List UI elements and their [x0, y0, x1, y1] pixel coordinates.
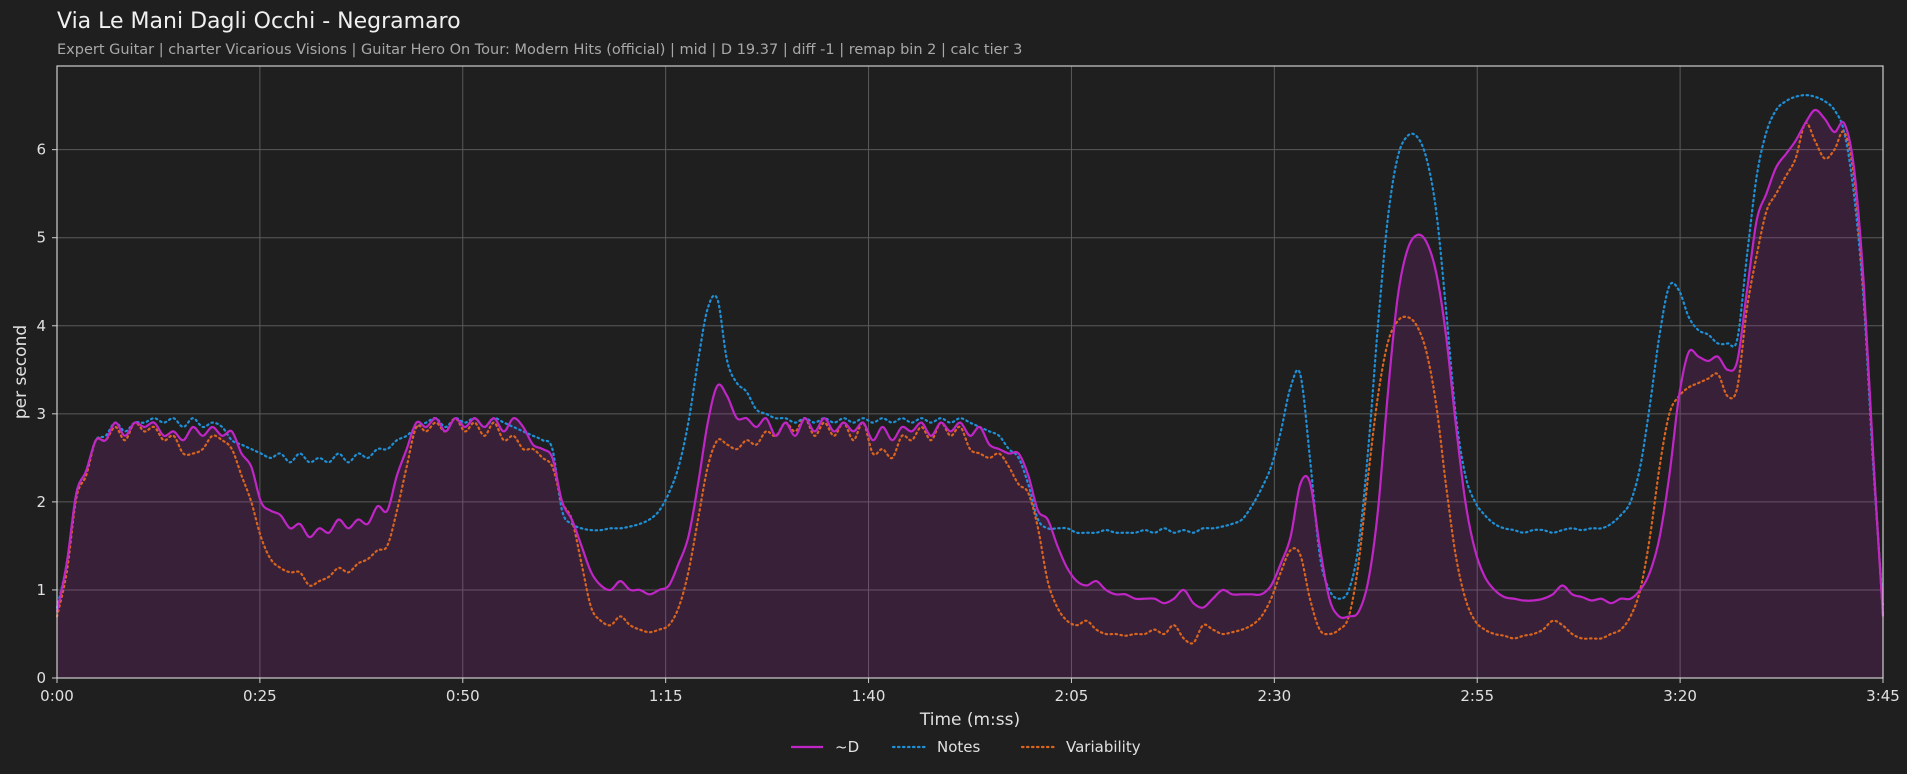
- y-tick-label: 3: [36, 405, 46, 423]
- x-tick-label: 0:50: [446, 687, 480, 705]
- legend-label-d: ~D: [835, 738, 859, 756]
- series-area-d: [57, 109, 1883, 678]
- x-tick-label: 1:15: [649, 687, 683, 705]
- x-tick-label: 2:55: [1460, 687, 1494, 705]
- x-tick-label: 3:45: [1866, 687, 1900, 705]
- x-axis-label: Time (m:ss): [919, 710, 1020, 730]
- y-tick-label: 2: [36, 493, 46, 511]
- x-tick-label: 2:05: [1055, 687, 1089, 705]
- x-tick-label: 0:00: [40, 687, 74, 705]
- x-tick-label: 0:25: [243, 687, 277, 705]
- x-tick-label: 2:30: [1257, 687, 1291, 705]
- plot-series: [55, 93, 1885, 678]
- y-axis-label: per second: [11, 325, 31, 419]
- y-tick-label: 6: [36, 141, 46, 159]
- legend-label-variability: Variability: [1066, 738, 1141, 756]
- chart-subtitle: Expert Guitar | charter Vicarious Vision…: [57, 42, 1022, 58]
- chart: Via Le Mani Dagli Occhi - Negramaro Expe…: [11, 9, 1900, 756]
- y-tick-label: 1: [36, 581, 46, 599]
- chart-title: Via Le Mani Dagli Occhi - Negramaro: [57, 9, 461, 34]
- x-axis-ticks: 0:00 0:25 0:50 1:15 1:40 2:05 2:30 2:55 3:20 3:45: [40, 678, 1900, 705]
- y-tick-label: 4: [36, 317, 46, 335]
- legend-label-notes: Notes: [937, 738, 981, 756]
- x-tick-label: 3:20: [1663, 687, 1697, 705]
- legend: ~D Notes Variability: [791, 738, 1141, 756]
- y-axis-ticks: 0 1 2 3 4 5 6: [36, 141, 57, 687]
- y-tick-label: 0: [36, 669, 46, 687]
- x-tick-label: 1:40: [852, 687, 886, 705]
- y-tick-label: 5: [36, 229, 46, 247]
